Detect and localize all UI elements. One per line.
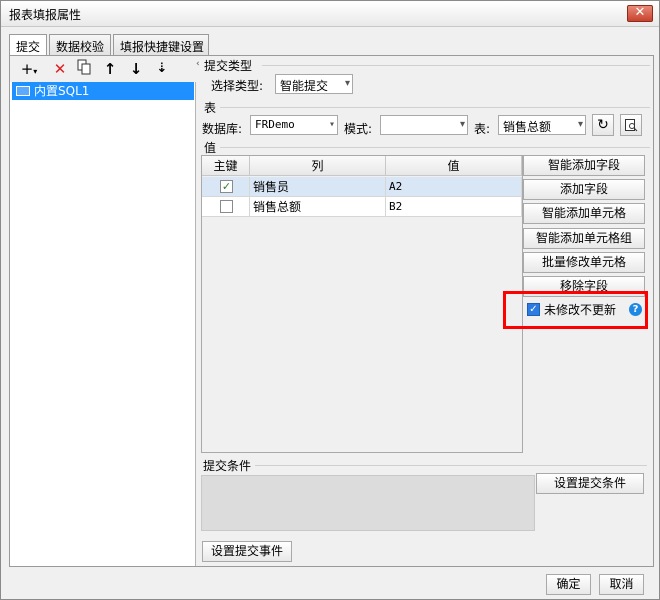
arrow-down-icon[interactable]: ↓ <box>126 59 146 79</box>
set-submit-event-button[interactable]: 设置提交事件 <box>202 541 292 562</box>
refresh-button[interactable]: ↻ <box>592 114 614 136</box>
divider <box>262 65 650 66</box>
tab-data-validation[interactable]: 数据校验 <box>49 34 111 56</box>
key-cell <box>202 197 250 217</box>
submit-type-value: 智能提交 <box>280 79 329 93</box>
database-label: 数据库: <box>202 122 243 136</box>
preview-table-button[interactable] <box>620 114 642 136</box>
key-cell: ✓ <box>202 177 250 197</box>
close-button[interactable]: ✕ <box>627 5 653 22</box>
divider <box>255 465 647 466</box>
header-column: 列 <box>250 156 386 176</box>
select-type-label: 选择类型: <box>211 79 264 93</box>
database-select[interactable]: FRDemo ▾ <box>250 115 338 135</box>
preview-icon <box>625 119 638 132</box>
chevron-down-icon: ▾ <box>577 119 583 130</box>
smart-add-field-button[interactable]: 智能添加字段 <box>523 155 645 176</box>
table-label: 表: <box>474 122 491 136</box>
header-value: 值 <box>386 156 522 176</box>
submit-condition-section-title: 提交条件 <box>203 459 252 473</box>
mode-label: 模式: <box>344 122 373 136</box>
datasource-item-label: 内置SQL1 <box>34 84 90 98</box>
copy-icon[interactable] <box>74 59 94 79</box>
close-icon: ✕ <box>634 5 646 20</box>
title-bar: 报表填报属性 ✕ <box>1 1 659 27</box>
sort-icon[interactable]: ⇣ <box>152 59 172 79</box>
divider <box>220 147 650 148</box>
submit-type-section-title: 提交类型 <box>204 59 253 73</box>
divider <box>220 107 650 108</box>
delete-icon[interactable]: ✕ <box>50 59 70 79</box>
database-icon <box>16 86 30 96</box>
table-select[interactable]: 销售总额 ▾ <box>498 115 586 135</box>
submit-condition-area <box>201 475 535 531</box>
window-title: 报表填报属性 <box>9 8 82 22</box>
arrow-up-icon[interactable]: ↑ <box>100 59 120 79</box>
chevron-down-icon: ▾ <box>344 78 350 89</box>
batch-modify-cell-button[interactable]: 批量修改单元格 <box>523 252 645 273</box>
column-cell[interactable]: 销售员 <box>250 177 386 197</box>
add-field-button[interactable]: 添加字段 <box>523 179 645 200</box>
plus-icon[interactable]: +▾ <box>16 59 42 79</box>
value-cell[interactable]: A2 <box>386 177 522 197</box>
unmodified-no-update-checkbox[interactable]: ✓ <box>527 303 540 316</box>
table-row[interactable]: ✓ 销售员 A2 <box>202 177 522 197</box>
cancel-button[interactable]: 取消 <box>599 574 644 595</box>
datasource-pane: +▾ ✕ ↑ ↓ ⇣ 内置SQL1 <box>10 56 196 566</box>
collapse-arrow-icon[interactable]: ‹ <box>196 59 200 69</box>
smart-add-cell-group-button[interactable]: 智能添加单元格组 <box>523 228 645 249</box>
tab-submit[interactable]: 提交 <box>9 34 47 57</box>
values-section-title: 值 <box>204 141 217 155</box>
table-value: 销售总额 <box>503 120 552 134</box>
submit-type-select[interactable]: 智能提交 ▾ <box>275 74 353 94</box>
field-mapping-table: 主键 列 值 ✓ 销售员 A2 销售总额 B2 <box>201 155 523 453</box>
header-key: 主键 <box>202 156 250 176</box>
key-checkbox[interactable] <box>220 200 233 213</box>
help-icon[interactable]: ? <box>629 303 642 316</box>
smart-add-cell-button[interactable]: 智能添加单元格 <box>523 203 645 224</box>
ok-button[interactable]: 确定 <box>546 574 591 595</box>
column-cell[interactable]: 销售总额 <box>250 197 386 217</box>
tab-shortcut-settings[interactable]: 填报快捷键设置 <box>113 34 209 56</box>
chevron-down-icon: ▾ <box>459 119 465 130</box>
datasource-item[interactable]: 内置SQL1 <box>12 82 194 100</box>
key-checkbox[interactable]: ✓ <box>220 180 233 193</box>
mode-select[interactable]: ▾ <box>380 115 468 135</box>
chevron-down-icon: ▾ <box>328 119 335 130</box>
datasource-toolbar: +▾ ✕ ↑ ↓ ⇣ <box>10 56 196 82</box>
refresh-icon: ↻ <box>597 117 609 133</box>
database-value: FRDemo <box>255 118 295 131</box>
set-submit-condition-button[interactable]: 设置提交条件 <box>536 473 644 494</box>
table-row[interactable]: 销售总额 B2 <box>202 197 522 217</box>
unmodified-no-update-label: 未修改不更新 <box>544 303 617 317</box>
table-section-title: 表 <box>204 101 217 115</box>
value-cell[interactable]: B2 <box>386 197 522 217</box>
dialog-window: 报表填报属性 ✕ 提交 数据校验 填报快捷键设置 +▾ ✕ ↑ ↓ ⇣ 内置SQ… <box>0 0 660 600</box>
